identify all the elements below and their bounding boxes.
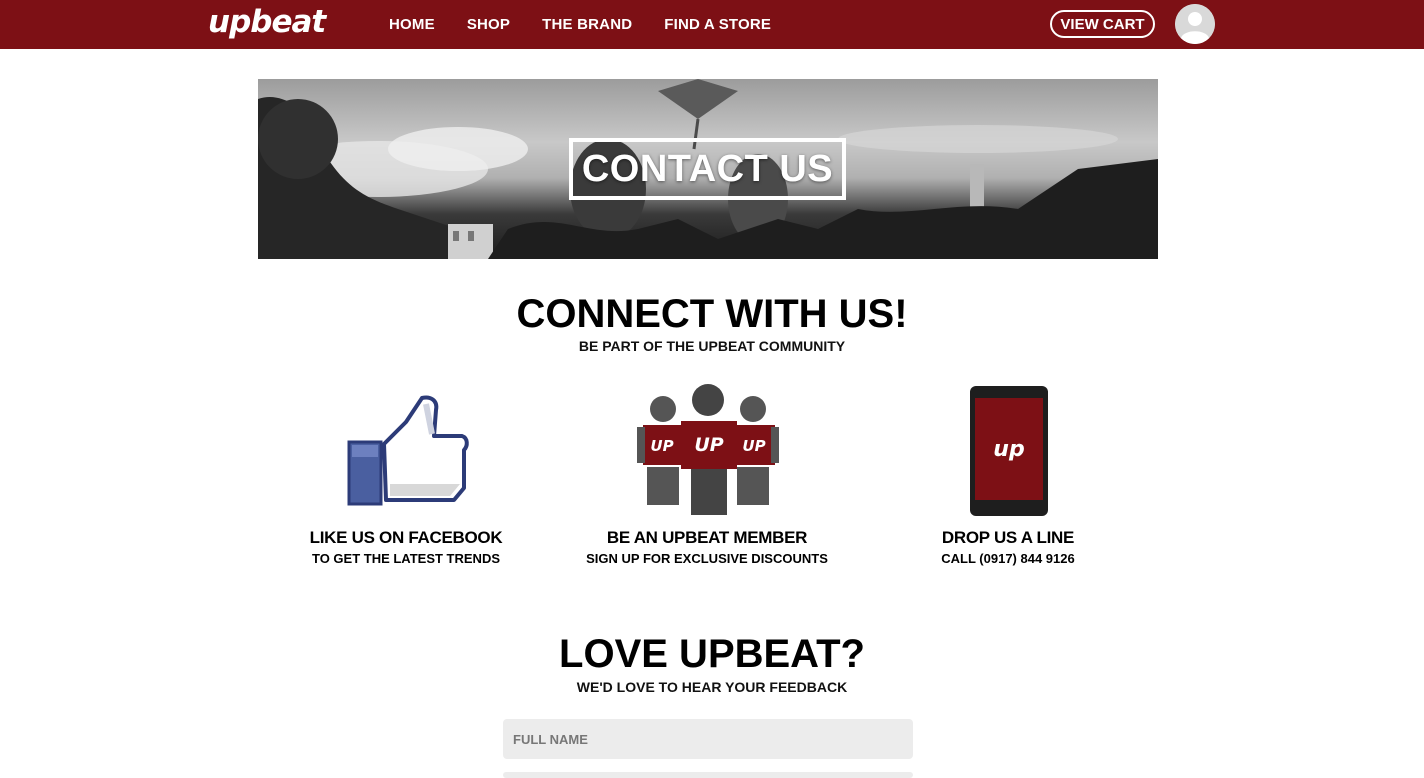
user-avatar-icon[interactable]: [1175, 4, 1215, 44]
member-center-up-text: UP: [694, 434, 723, 456]
phone-icon: up: [970, 386, 1048, 521]
facebook-card-subtitle: TO GET THE LATEST TRENDS: [311, 551, 501, 566]
phone-card-subtitle: CALL (0917) 844 9126: [941, 551, 1075, 566]
phone-card-title: DROP US A LINE: [941, 528, 1075, 547]
feedback-subtitle: WE'D LOVE TO HEAR YOUR FEEDBACK: [576, 679, 848, 695]
full-name-input[interactable]: [503, 719, 913, 759]
connect-subtitle: BE PART OF THE UPBEAT COMMUNITY: [578, 338, 846, 354]
nav-brand-link[interactable]: THE BRAND: [542, 16, 632, 33]
member-card-title: BE AN UPBEAT MEMBER: [606, 528, 808, 547]
facebook-card[interactable]: LIKE US ON FACEBOOK TO GET THE LATEST TR…: [256, 380, 556, 570]
nav-home-link[interactable]: HOME: [389, 16, 435, 33]
phone-card[interactable]: up DROP US A LINE CALL (0917) 844 9126: [858, 380, 1158, 570]
member-card[interactable]: UP UP UP BE AN UPBEAT MEMBER SIGN UP FOR…: [557, 380, 857, 570]
member-left-up-text: UP: [650, 437, 673, 455]
member-right-up-text: UP: [742, 437, 765, 455]
feedback-title: LOVE UPBEAT?: [559, 632, 865, 676]
hero-title: CONTACT US: [569, 138, 846, 200]
hero-banner: CONTACT US: [258, 79, 1158, 259]
email-input[interactable]: [503, 772, 913, 778]
nav-find-store-link[interactable]: FIND A STORE: [664, 16, 771, 33]
view-cart-button[interactable]: VIEW CART: [1050, 10, 1155, 38]
members-group-icon: UP UP UP: [637, 383, 779, 520]
top-navbar: upbeat HOME SHOP THE BRAND FIND A STORE …: [0, 0, 1424, 49]
member-card-subtitle: SIGN UP FOR EXCLUSIVE DISCOUNTS: [586, 551, 828, 566]
phone-up-text: up: [993, 437, 1024, 462]
connect-title: CONNECT WITH US!: [516, 292, 908, 336]
thumbs-up-icon: [346, 394, 470, 511]
facebook-card-title: LIKE US ON FACEBOOK: [309, 528, 503, 547]
main-nav: HOME SHOP THE BRAND FIND A STORE: [389, 0, 803, 49]
nav-shop-link[interactable]: SHOP: [467, 16, 510, 33]
brand-logo[interactable]: upbeat: [208, 4, 326, 40]
